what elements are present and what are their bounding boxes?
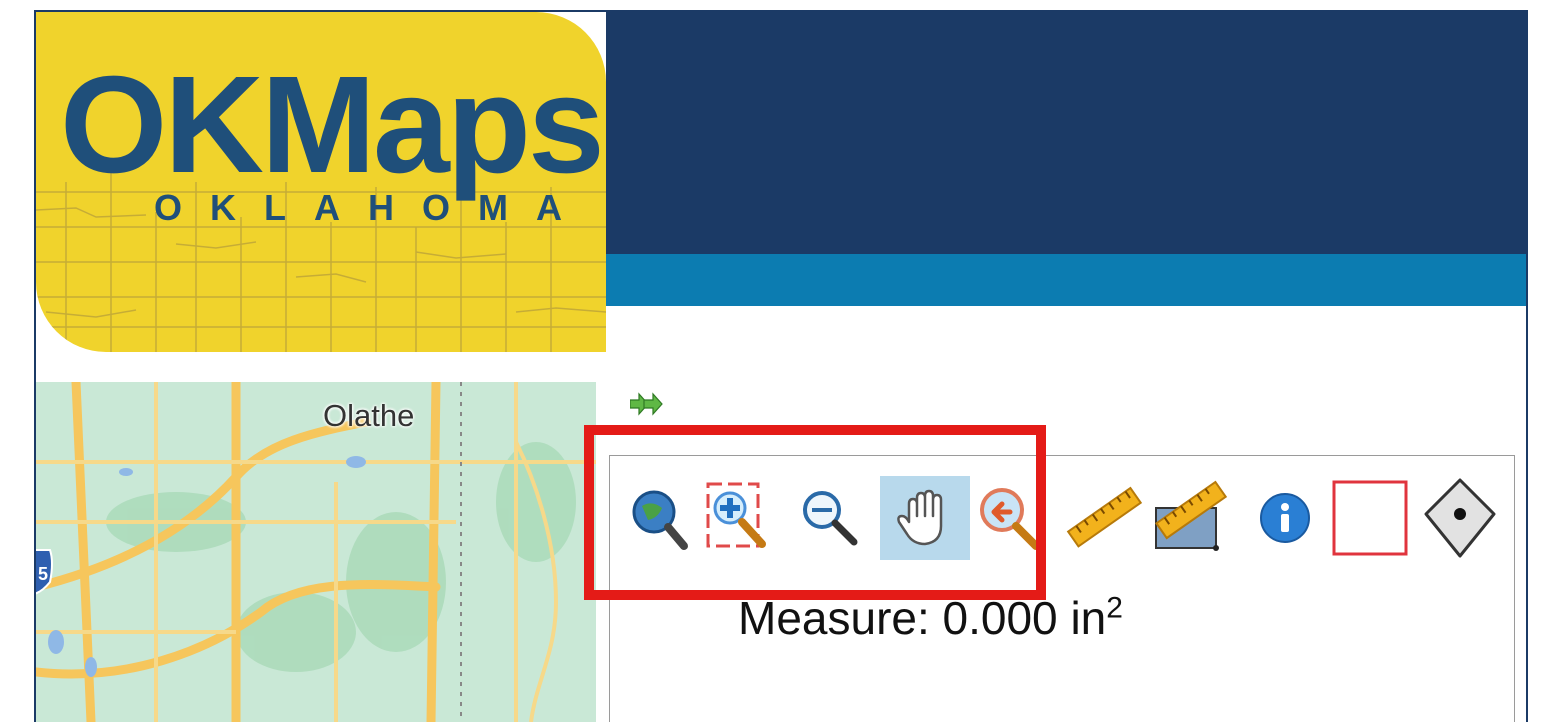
zoom-in-button[interactable] — [700, 476, 780, 560]
zoom-out-button[interactable] — [790, 476, 870, 560]
zoom-in-box-icon — [706, 482, 766, 548]
measure-distance-button[interactable] — [1065, 476, 1145, 560]
zoom-previous-button[interactable] — [970, 476, 1050, 560]
globe-magnifier-icon — [632, 490, 688, 550]
map-view[interactable]: 5 Olathe — [36, 382, 596, 722]
zoom-out-icon — [803, 491, 858, 546]
map-roads: 5 — [36, 382, 596, 722]
svg-text:5: 5 — [38, 564, 48, 584]
app-frame: OKMaps OKLAHOMA 5 Olathe Measure: 0.000 … — [34, 10, 1528, 722]
ruler-icon — [1066, 486, 1143, 548]
measure-readout: Measure: 0.000 in2 — [738, 591, 1123, 645]
measure-label: Measure: — [738, 592, 930, 644]
map-city-label: Olathe — [323, 398, 415, 433]
header-stripe — [606, 254, 1526, 306]
header-banner — [606, 12, 1526, 254]
ruler-area-icon — [1155, 480, 1228, 551]
pan-button[interactable] — [880, 476, 970, 560]
map-tools-panel: Measure: 0.000 in2 — [609, 455, 1515, 722]
measure-value: 0.000 — [942, 592, 1058, 644]
measure-unit: in — [1070, 592, 1107, 644]
identify-button[interactable] — [1245, 476, 1325, 560]
expand-panel-button[interactable] — [629, 392, 664, 421]
measure-exponent: 2 — [1106, 591, 1123, 625]
okmaps-logo[interactable]: OKMaps OKLAHOMA — [36, 12, 606, 352]
info-icon — [1260, 493, 1310, 543]
logo-title: OKMaps — [60, 48, 605, 202]
zoom-full-extent-button[interactable] — [620, 476, 700, 560]
rectangle-icon — [1332, 480, 1408, 556]
select-rectangle-button[interactable] — [1330, 476, 1410, 560]
zoom-back-icon — [980, 488, 1040, 550]
hand-icon — [897, 489, 943, 546]
double-arrow-right-icon — [629, 392, 663, 416]
add-point-button[interactable] — [1420, 476, 1500, 560]
measure-area-button[interactable] — [1150, 476, 1230, 560]
logo-subtitle: OKLAHOMA — [154, 187, 590, 228]
marker-icon — [1424, 478, 1496, 558]
